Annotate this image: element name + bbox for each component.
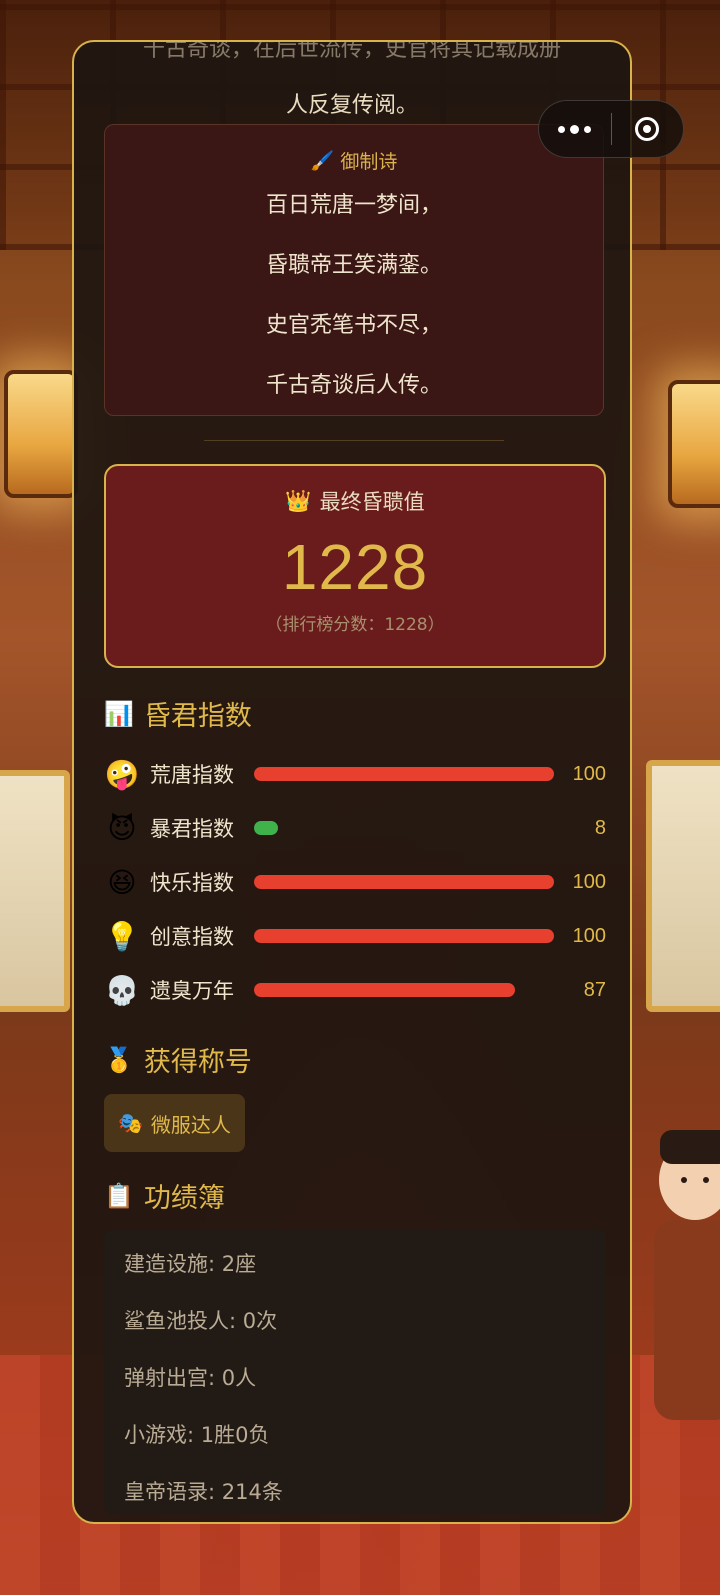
stat-track [254, 821, 554, 835]
theater-masks-icon: 🎭 [118, 1111, 143, 1135]
stat-label: 荒唐指数 [150, 763, 234, 787]
record-item: 小游戏: 1胜0负 [124, 1423, 270, 1447]
mini-program-capsule [538, 100, 684, 158]
devil-face-icon: 😈 [107, 811, 137, 845]
final-score-box: 👑 最终昏聩值 1228 （排行榜分数：1228） [104, 464, 606, 668]
title-section-text: 获得称号 [143, 1047, 252, 1078]
brush-icon: 🖌️ [310, 150, 335, 172]
stat-value: 87 [583, 978, 606, 1001]
target-close-icon [635, 117, 660, 141]
painting-right [646, 760, 720, 1012]
stat-row: 🤪 荒唐指数 100 [104, 754, 606, 794]
more-dots-icon [558, 124, 592, 134]
poem-line: 百日荒唐一梦间， [265, 193, 442, 218]
poem-title: 🖌️ 御制诗 [105, 147, 603, 174]
stat-value: 100 [572, 924, 606, 947]
stat-label: 遗臭万年 [150, 979, 234, 1003]
stat-bar [254, 821, 278, 835]
imperial-poem-box: 🖌️ 御制诗 百日荒唐一梦间， 昏聩帝王笑满銮。 史官秃笔书不尽， 千古奇谈后人… [104, 124, 604, 416]
stat-row: 💡 创意指数 100 [104, 916, 606, 956]
score-value: 1228 [281, 531, 429, 603]
leaderboard-score: （排行榜分数：1228） [265, 615, 445, 635]
record-item: 皇帝语录: 214条 [124, 1480, 283, 1504]
lantern-left [4, 370, 78, 498]
close-button[interactable] [612, 101, 684, 157]
result-card: 千古奇谈，在后世流传，史官将其记载成册 人反复传阅。 🖌️ 御制诗 百日荒唐一梦… [72, 40, 632, 1524]
stat-value: 100 [572, 870, 606, 893]
clipboard-icon: 📋 [104, 1181, 134, 1210]
records-title-text: 功绩簿 [143, 1183, 225, 1214]
stat-track [254, 929, 554, 943]
zany-face-icon: 🤪 [104, 757, 140, 791]
stat-value: 8 [594, 816, 606, 839]
stat-track [254, 983, 554, 997]
light-bulb-icon: 💡 [104, 919, 140, 953]
lantern-right [668, 380, 720, 508]
badge-label: 微服达人 [150, 1112, 231, 1137]
honor-badge: 🎭 微服达人 [104, 1094, 245, 1152]
index-title-text: 昏君指数 [143, 701, 252, 732]
intro-line-1: 千古奇谈，在后世流传，史官将其记载成册 [142, 40, 561, 62]
stat-label: 快乐指数 [150, 871, 234, 895]
stat-bar [254, 875, 554, 889]
stat-row: 😈 暴君指数 8 [104, 808, 606, 848]
index-section-title: 📊 昏君指数 [104, 694, 252, 733]
record-item: 建造设施: 2座 [124, 1252, 257, 1276]
poem-line: 千古奇谈后人传。 [265, 373, 442, 398]
more-button[interactable] [539, 101, 611, 157]
skull-icon: 💀 [104, 973, 140, 1007]
score-title: 👑 最终昏聩值 [106, 486, 604, 516]
stat-value: 100 [572, 762, 606, 785]
official-figure [654, 1130, 720, 1420]
stat-label: 暴君指数 [150, 817, 234, 841]
title-section-title: 🥇 获得称号 [104, 1040, 252, 1079]
records-list: 建造设施: 2座 鲨鱼池投人: 0次 弹射出宫: 0人 小游戏: 1胜0负 皇帝… [104, 1230, 606, 1514]
score-title-text: 最终昏聩值 [319, 490, 425, 514]
stat-track [254, 767, 554, 781]
divider [204, 440, 504, 441]
bar-chart-icon: 📊 [104, 699, 134, 728]
stat-track [254, 875, 554, 889]
painting-left [0, 770, 70, 1012]
record-item: 弹射出宫: 0人 [124, 1366, 257, 1390]
stat-bar [254, 929, 554, 943]
record-item: 鲨鱼池投人: 0次 [124, 1309, 278, 1333]
stat-row: 😆 快乐指数 100 [104, 862, 606, 902]
stat-row: 💀 遗臭万年 87 [104, 970, 606, 1010]
poem-line: 昏聩帝王笑满銮。 [265, 253, 442, 278]
records-section-title: 📋 功绩簿 [104, 1176, 225, 1215]
poem-line: 史官秃笔书不尽， [265, 313, 442, 338]
stat-bar [254, 767, 554, 781]
laughing-face-icon: 😆 [107, 865, 137, 899]
medal-icon: 🥇 [104, 1045, 134, 1074]
crown-icon: 👑 [285, 488, 312, 513]
stat-bar [254, 983, 515, 997]
poem-title-text: 御制诗 [340, 151, 398, 173]
stat-label: 创意指数 [150, 925, 234, 949]
